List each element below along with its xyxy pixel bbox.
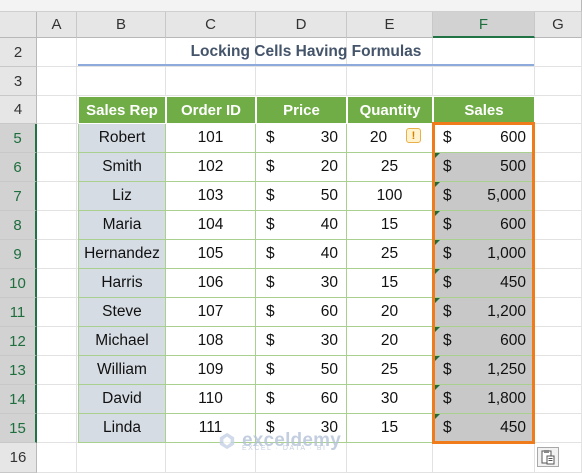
column-header-e[interactable]: E — [347, 12, 433, 38]
exceldemy-logo-icon — [219, 432, 235, 450]
quantity-cell[interactable]: 20 — [347, 298, 433, 327]
price-cell[interactable]: $30 — [256, 124, 347, 153]
currency-symbol: $ — [266, 390, 275, 407]
row-header-4[interactable]: 4 — [0, 96, 37, 124]
exceldemy-watermark: exceldemy EXCEL · DATA · BI — [218, 424, 378, 458]
order-id-cell[interactable]: 108 — [166, 327, 256, 356]
quantity-cell[interactable]: 25 — [347, 356, 433, 385]
selected-range-f5-f15[interactable] — [432, 122, 535, 444]
row-header-7[interactable]: 7 — [0, 182, 37, 211]
column-header-c[interactable]: C — [166, 12, 256, 38]
quantity-cell[interactable]: 15 — [347, 269, 433, 298]
paste-options-icon[interactable] — [537, 447, 559, 467]
gridline-horizontal — [37, 66, 582, 67]
row-header-11[interactable]: 11 — [0, 298, 37, 327]
price-cell[interactable]: $60 — [256, 298, 347, 327]
row-header-14[interactable]: 14 — [0, 385, 37, 414]
currency-symbol: $ — [266, 245, 275, 262]
order-id-cell[interactable]: 110 — [166, 385, 256, 414]
sales-rep-cell[interactable]: Steve — [78, 298, 166, 327]
price-cell[interactable]: $40 — [256, 211, 347, 240]
order-id-cell[interactable]: 105 — [166, 240, 256, 269]
price-cell[interactable]: $30 — [256, 269, 347, 298]
price-value: 60 — [320, 390, 338, 407]
price-value: 40 — [320, 245, 338, 262]
row-header-6[interactable]: 6 — [0, 153, 37, 182]
sheet-title: Locking Cells Having Formulas — [190, 43, 422, 60]
price-value: 40 — [320, 216, 338, 233]
quantity-cell[interactable]: 15 — [347, 211, 433, 240]
sales-rep-cell[interactable]: Harris — [78, 269, 166, 298]
table-header-sales: Sales — [433, 96, 535, 124]
currency-symbol: $ — [266, 274, 275, 291]
sales-rep-cell[interactable]: William — [78, 356, 166, 385]
sales-rep-cell[interactable]: Michael — [78, 327, 166, 356]
column-header-d[interactable]: D — [256, 12, 347, 38]
price-cell[interactable]: $60 — [256, 385, 347, 414]
order-id-cell[interactable]: 106 — [166, 269, 256, 298]
price-value: 20 — [320, 158, 338, 175]
table-header-id: Order ID — [166, 96, 256, 124]
price-cell[interactable]: $50 — [256, 356, 347, 385]
sales-rep-cell[interactable]: Liz — [78, 182, 166, 211]
price-value: 50 — [320, 361, 338, 378]
currency-symbol: $ — [266, 216, 275, 233]
price-value: 30 — [320, 274, 338, 291]
currency-symbol: $ — [266, 129, 275, 146]
currency-symbol: $ — [266, 187, 275, 204]
quantity-cell[interactable]: 25 — [347, 153, 433, 182]
sales-rep-cell[interactable]: Hernandez — [78, 240, 166, 269]
row-header-9[interactable]: 9 — [0, 240, 37, 269]
column-header-f[interactable]: F — [433, 12, 535, 38]
top-strip — [0, 0, 582, 12]
column-header-g[interactable]: G — [535, 12, 582, 38]
quantity-cell[interactable]: 100 — [347, 182, 433, 211]
select-all-corner[interactable] — [0, 12, 37, 38]
order-id-cell[interactable]: 101 — [166, 124, 256, 153]
title-underline — [78, 64, 534, 66]
row-header-8[interactable]: 8 — [0, 211, 37, 240]
quantity-cell[interactable]: 20 — [347, 327, 433, 356]
column-header-b[interactable]: B — [77, 12, 166, 38]
sales-rep-cell[interactable]: Robert — [78, 124, 166, 153]
currency-symbol: $ — [266, 332, 275, 349]
price-cell[interactable]: $50 — [256, 182, 347, 211]
row-header-2[interactable]: 2 — [0, 38, 37, 67]
table-header-price: Price — [256, 96, 347, 124]
currency-symbol: $ — [266, 158, 275, 175]
price-cell[interactable]: $30 — [256, 327, 347, 356]
gridline-vertical — [76, 38, 77, 473]
row-header-15[interactable]: 15 — [0, 414, 37, 443]
price-cell[interactable]: $20 — [256, 153, 347, 182]
price-cell[interactable]: $40 — [256, 240, 347, 269]
currency-symbol: $ — [266, 303, 275, 320]
order-id-cell[interactable]: 102 — [166, 153, 256, 182]
sales-rep-cell[interactable]: David — [78, 385, 166, 414]
quantity-cell[interactable]: 25 — [347, 240, 433, 269]
row-header-12[interactable]: 12 — [0, 327, 37, 356]
sales-rep-cell[interactable]: Linda — [78, 414, 166, 443]
row-header-10[interactable]: 10 — [0, 269, 37, 298]
order-id-cell[interactable]: 103 — [166, 182, 256, 211]
price-value: 60 — [320, 303, 338, 320]
column-header-a[interactable]: A — [37, 12, 77, 38]
price-value: 30 — [320, 332, 338, 349]
sales-rep-cell[interactable]: Smith — [78, 153, 166, 182]
order-id-cell[interactable]: 104 — [166, 211, 256, 240]
table-header-rep: Sales Rep — [78, 96, 166, 124]
sales-rep-cell[interactable]: Maria — [78, 211, 166, 240]
row-header-13[interactable]: 13 — [0, 356, 37, 385]
order-id-cell[interactable]: 107 — [166, 298, 256, 327]
row-header-3[interactable]: 3 — [0, 67, 37, 96]
quantity-cell[interactable]: 30 — [347, 385, 433, 414]
price-value: 50 — [320, 187, 338, 204]
table-header-qty: Quantity — [347, 96, 433, 124]
currency-symbol: $ — [266, 361, 275, 378]
order-id-cell[interactable]: 109 — [166, 356, 256, 385]
price-value: 30 — [320, 129, 338, 146]
watermark-tagline: EXCEL · DATA · BI — [242, 445, 327, 452]
row-header-16[interactable]: 16 — [0, 443, 37, 473]
error-warning-icon[interactable]: ! — [406, 128, 421, 143]
row-header-5[interactable]: 5 — [0, 124, 37, 153]
